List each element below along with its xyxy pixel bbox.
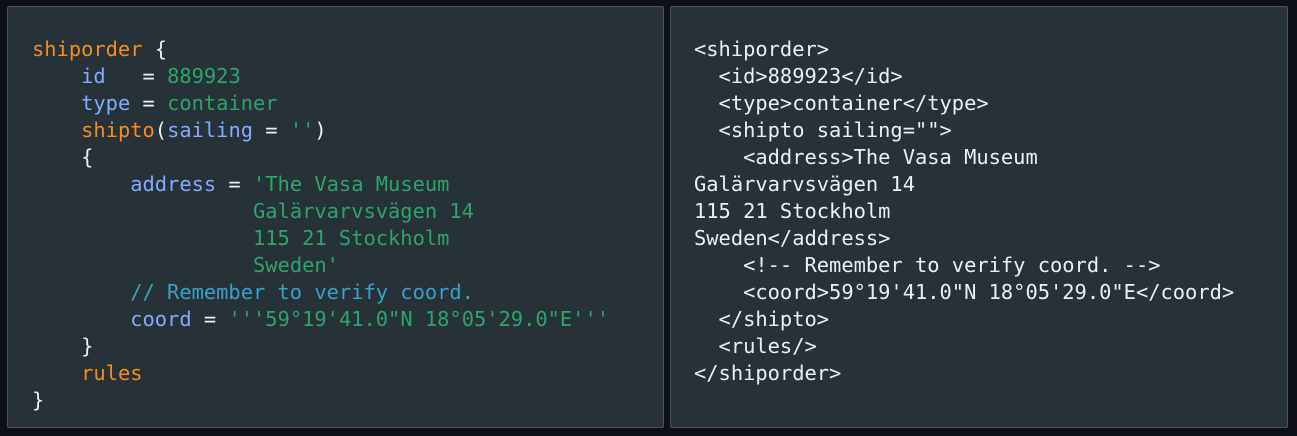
attribute-value: 889923 xyxy=(167,64,241,88)
attribute-name: id xyxy=(81,64,106,88)
attribute-value: '''59°19'41.0"N 18°05'29.0"E''' xyxy=(228,307,610,331)
comment: // Remember to verify coord. xyxy=(130,280,474,304)
xml-line: <address>The Vasa Museum xyxy=(694,145,1038,169)
xml-line: <!-- Remember to verify coord. --> xyxy=(694,253,1161,277)
attribute-name: coord xyxy=(130,307,192,331)
element-name: shipto xyxy=(81,118,155,142)
xml-line: Galärvarvsvägen 14 xyxy=(694,172,915,196)
attribute-name: address xyxy=(130,172,217,196)
page: shiporder { id = 889923 type = container… xyxy=(0,0,1297,436)
xml-line: Sweden</address> xyxy=(694,226,891,250)
xml-code-panel: <shiporder> <id>889923</id> <type>contai… xyxy=(670,6,1288,428)
attribute-name: sailing xyxy=(167,118,253,142)
code-line: address = 'The Vasa Museum xyxy=(32,172,449,196)
code-line: coord = '''59°19'41.0"N 18°05'29.0"E''' xyxy=(32,307,609,331)
equals-sign: = xyxy=(105,64,168,88)
brace: } xyxy=(32,388,45,412)
attribute-value: Galärvarvsvägen 14 xyxy=(252,199,474,223)
xml-line: <shipto sailing=""> xyxy=(694,118,952,142)
code-line: rules xyxy=(32,361,143,385)
code-line: type = container xyxy=(32,91,278,115)
xml-line: <coord>59°19'41.0"N 18°05'29.0"E</coord> xyxy=(694,280,1235,304)
xml-line: <type>container</type> xyxy=(694,91,989,115)
code-line: } xyxy=(32,388,44,412)
attribute-value: 115 21 Stockholm xyxy=(252,226,450,250)
brace: { xyxy=(81,145,94,169)
code-line: Sweden' xyxy=(32,253,339,277)
code-line: // Remember to verify coord. xyxy=(32,280,474,304)
code-line: { xyxy=(32,145,93,169)
code-line: shipto(sailing = '') xyxy=(32,118,327,142)
code-line: Galärvarvsvägen 14 xyxy=(32,199,474,223)
attribute-value: container xyxy=(167,91,278,115)
sdl-code-panel: shiporder { id = 889923 type = container… xyxy=(7,6,664,428)
code-line: } xyxy=(32,334,93,358)
attribute-name: type xyxy=(81,91,131,115)
sdl-code-block: shiporder { id = 889923 type = container… xyxy=(32,36,609,414)
equals-sign: = xyxy=(216,172,253,196)
brace: } xyxy=(81,334,94,358)
equals-sign: = xyxy=(130,91,168,115)
element-name: rules xyxy=(81,361,143,385)
xml-line: 115 21 Stockholm xyxy=(694,199,891,223)
close-paren: ) xyxy=(314,118,327,142)
code-line: 115 21 Stockholm xyxy=(32,226,449,250)
xml-line: </shiporder> xyxy=(694,361,842,385)
code-line: shiporder { xyxy=(32,37,167,61)
open-paren: ( xyxy=(154,118,168,142)
xml-line: <id>889923</id> xyxy=(694,64,903,88)
xml-code-block: <shiporder> <id>889923</id> <type>contai… xyxy=(694,36,1234,387)
attribute-value: '' xyxy=(289,118,315,142)
attribute-value: 'The Vasa Museum xyxy=(253,172,450,196)
element-name: shiporder xyxy=(32,37,143,61)
equals-sign: = xyxy=(253,118,290,142)
code-line: id = 889923 xyxy=(32,64,241,88)
brace: { xyxy=(142,37,168,61)
xml-line: <shiporder> xyxy=(694,37,830,61)
attribute-value: Sweden' xyxy=(252,253,339,277)
equals-sign: = xyxy=(191,307,229,331)
xml-line: <rules/> xyxy=(694,334,817,358)
xml-line: </shipto> xyxy=(694,307,830,331)
